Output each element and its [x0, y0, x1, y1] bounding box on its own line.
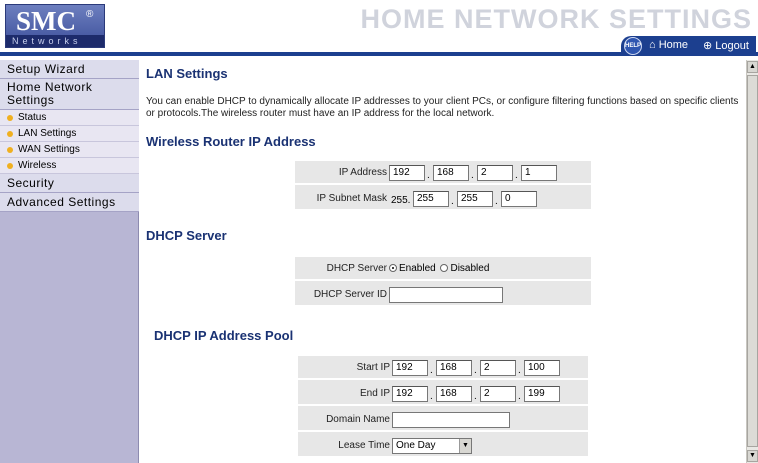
- logo-subtitle: Networks: [6, 35, 104, 47]
- subnet-mask-row: IP Subnet Mask 255. 255 . 255 . 0: [295, 187, 591, 211]
- home-label: Home: [658, 39, 689, 51]
- lease-time-value: One Day: [396, 440, 436, 451]
- enabled-radio[interactable]: [389, 264, 397, 272]
- dhcp-server-id-row: DHCP Server ID: [295, 283, 591, 307]
- start-ip-label: Start IP: [356, 362, 390, 373]
- intro-text: You can enable DHCP to dynamically alloc…: [146, 96, 739, 119]
- dhcp-server-form: DHCP Server Enabled Disabled DHCP Server…: [295, 257, 591, 307]
- bullet-icon: [7, 163, 13, 169]
- page-banner: HOME NETWORK SETTINGS: [360, 4, 752, 34]
- start-octet-2-input[interactable]: 168: [436, 360, 472, 376]
- domain-name-label: Domain Name: [326, 414, 390, 425]
- sidebar-subitem-label: WAN Settings: [18, 144, 80, 155]
- start-ip-row: Start IP 192 . 168 . 2 . 100: [298, 356, 588, 380]
- logo-brand: SMC: [16, 6, 76, 36]
- ip-address-row: IP Address 192 . 168 . 2 . 1: [295, 161, 591, 185]
- router-ip-form: IP Address 192 . 168 . 2 . 1 IP Subnet M…: [295, 161, 591, 211]
- start-octet-1-input[interactable]: 192: [392, 360, 428, 376]
- help-icon[interactable]: HELP: [624, 37, 642, 55]
- mask-octet-4-input[interactable]: 0: [501, 191, 537, 207]
- section-heading-router-ip: Wireless Router IP Address: [146, 134, 316, 149]
- sidebar-item-security[interactable]: Security: [0, 174, 139, 193]
- page-title: LAN Settings: [146, 66, 228, 81]
- dhcp-pool-form: Start IP 192 . 168 . 2 . 100 End IP 192 …: [298, 356, 588, 458]
- lease-time-select[interactable]: One Day ▼: [392, 438, 472, 454]
- end-octet-1-input[interactable]: 192: [392, 386, 428, 402]
- ip-octet-1-input[interactable]: 192: [389, 165, 425, 181]
- logout-link[interactable]: ⊕ Logout: [703, 39, 749, 52]
- dhcp-server-row: DHCP Server Enabled Disabled: [295, 257, 591, 281]
- subnet-mask-label: IP Subnet Mask: [316, 193, 387, 204]
- section-heading-dhcp-pool: DHCP IP Address Pool: [154, 328, 294, 343]
- dhcp-server-id-label: DHCP Server ID: [313, 289, 387, 300]
- sidebar-subitem-label: LAN Settings: [18, 128, 77, 139]
- sidebar-item-setup-wizard[interactable]: Setup Wizard: [0, 60, 139, 79]
- lease-time-label: Lease Time: [338, 440, 390, 451]
- bullet-icon: [7, 147, 13, 153]
- chevron-down-icon[interactable]: ▼: [459, 439, 471, 453]
- ip-octet-4-input[interactable]: 1: [521, 165, 557, 181]
- sidebar: Setup Wizard Home Network Settings Statu…: [0, 60, 139, 463]
- sidebar-item-advanced-settings[interactable]: Advanced Settings: [0, 193, 139, 212]
- vertical-scrollbar[interactable]: ▲ ▼: [746, 60, 758, 463]
- sidebar-subitem-wireless[interactable]: Wireless: [0, 158, 139, 174]
- domain-name-row: Domain Name: [298, 408, 588, 432]
- sidebar-subitem-label: Status: [18, 112, 47, 123]
- dhcp-server-id-input[interactable]: [389, 287, 503, 303]
- ip-octet-3-input[interactable]: 2: [477, 165, 513, 181]
- enabled-label: Enabled: [399, 263, 436, 274]
- end-octet-3-input[interactable]: 2: [480, 386, 516, 402]
- sidebar-subitem-lan-settings[interactable]: LAN Settings: [0, 126, 139, 142]
- start-octet-4-input[interactable]: 100: [524, 360, 560, 376]
- sidebar-item-home-network-settings[interactable]: Home Network Settings: [0, 79, 139, 110]
- ip-address-label: IP Address: [338, 167, 387, 178]
- logo-registered-mark: ®: [86, 9, 94, 20]
- disabled-label: Disabled: [450, 263, 490, 274]
- sidebar-subitem-label: Wireless: [18, 160, 57, 171]
- main-content: LAN Settings You can enable DHCP to dyna…: [140, 60, 746, 463]
- mask-octet-2-input[interactable]: 255: [413, 191, 449, 207]
- scroll-thumb[interactable]: [747, 75, 758, 447]
- lease-time-row: Lease Time One Day ▼: [298, 434, 588, 458]
- scroll-down-arrow-icon[interactable]: ▼: [747, 450, 758, 462]
- end-ip-label: End IP: [359, 388, 390, 399]
- header: SMC ® Networks HOME NETWORK SETTINGS HEL…: [0, 0, 758, 60]
- dhcp-server-label: DHCP Server: [326, 263, 387, 274]
- sidebar-subitem-wan-settings[interactable]: WAN Settings: [0, 142, 139, 158]
- header-nav: HELP ⌂ Home ⊕ Logout: [621, 36, 756, 56]
- logout-label: Logout: [715, 40, 749, 52]
- bullet-icon: [7, 131, 13, 137]
- smc-logo: SMC ® Networks: [5, 4, 105, 48]
- end-ip-row: End IP 192 . 168 . 2 . 199: [298, 382, 588, 406]
- bullet-icon: [7, 115, 13, 121]
- end-octet-2-input[interactable]: 168: [436, 386, 472, 402]
- subnet-mask-prefix: 255.: [391, 195, 411, 206]
- ip-octet-2-input[interactable]: 168: [433, 165, 469, 181]
- section-heading-dhcp-server: DHCP Server: [146, 228, 227, 243]
- home-link[interactable]: ⌂ Home: [649, 39, 688, 51]
- sidebar-subitem-status[interactable]: Status: [0, 110, 139, 126]
- start-octet-3-input[interactable]: 2: [480, 360, 516, 376]
- disabled-radio[interactable]: [440, 264, 449, 272]
- mask-octet-3-input[interactable]: 255: [457, 191, 493, 207]
- end-octet-4-input[interactable]: 199: [524, 386, 560, 402]
- scroll-up-arrow-icon[interactable]: ▲: [747, 61, 758, 73]
- domain-name-input[interactable]: [392, 412, 510, 428]
